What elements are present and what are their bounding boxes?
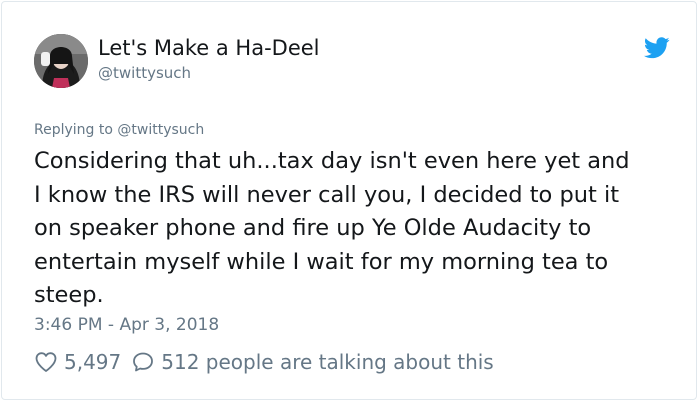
- user-handle[interactable]: @twittysuch: [98, 64, 191, 82]
- reply-button[interactable]: 512 people are talking about this: [131, 350, 494, 374]
- profile-photo-icon: [34, 34, 88, 88]
- tweet-line: steep.: [34, 282, 104, 308]
- tweet-card: Let's Make a Ha-Deel @twittysuch Replyin…: [1, 1, 697, 400]
- tweet-line: I know the IRS will never call you, I de…: [34, 181, 620, 208]
- like-count: 5,497: [64, 350, 122, 374]
- tweet-line: entertain myself while I wait for my mor…: [34, 248, 609, 275]
- replying-to-line: Replying to @twittysuch: [34, 122, 204, 138]
- like-button[interactable]: 5,497: [34, 350, 121, 374]
- twitter-bird-icon[interactable]: [643, 37, 670, 59]
- replying-to-handle-link[interactable]: @twittysuch: [117, 122, 204, 138]
- replies-text: 512 people are talking about this: [161, 350, 494, 374]
- tweet-line: Considering that uh...tax day isn't even…: [34, 148, 630, 174]
- tweet-timestamp[interactable]: 3:46 PM - Apr 3, 2018: [34, 315, 219, 335]
- avatar[interactable]: [34, 34, 88, 88]
- tweet-text: Considering that uh...tax day isn't even…: [34, 145, 684, 313]
- heart-icon: [35, 352, 57, 372]
- tweet-line: on speaker phone and fire up Ye Olde Aud…: [34, 215, 592, 241]
- speech-bubble-icon: [133, 352, 154, 372]
- engagement-bar: 5,497 512 people are talking about this: [34, 349, 494, 375]
- display-name[interactable]: Let's Make a Ha-Deel: [98, 36, 320, 60]
- replying-to-prefix: Replying to: [34, 122, 113, 138]
